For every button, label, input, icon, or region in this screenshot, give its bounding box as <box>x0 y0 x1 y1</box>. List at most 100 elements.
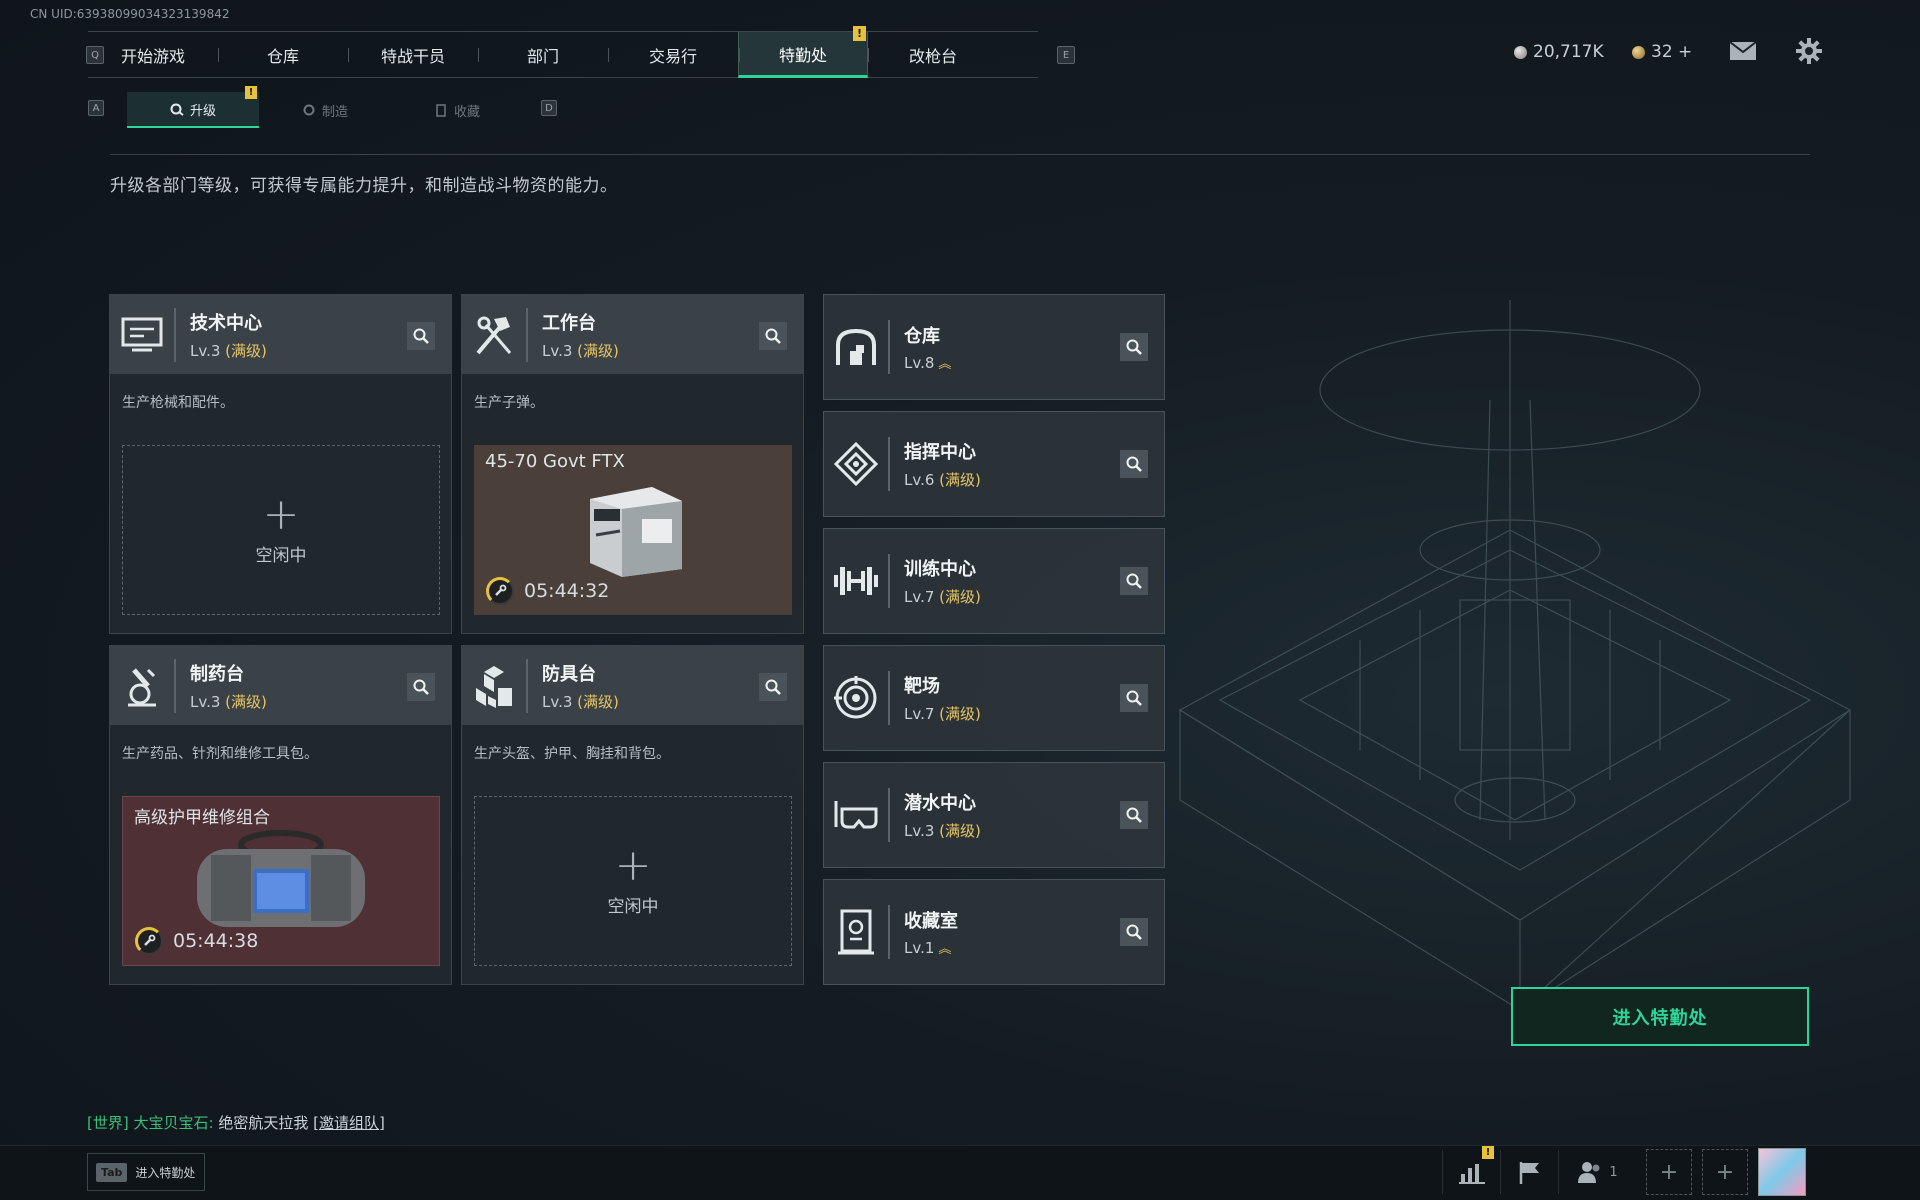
tab-shortcut-hint[interactable]: Tab 进入特勤处 <box>87 1153 205 1191</box>
max-level-tag: (满级) <box>939 705 981 723</box>
tab-operators[interactable]: 特战干员 <box>348 32 478 78</box>
dumbbell-icon <box>824 542 888 621</box>
upgrade-gear-icon <box>170 103 184 116</box>
avatar[interactable] <box>1758 1148 1806 1196</box>
workshop-card-armor-bench[interactable]: 防具台 Lv.3 (满级) 生产头盔、护甲、胸挂和背包。 + 空闲中 <box>461 645 804 985</box>
facility-name: 训练中心 <box>904 559 976 580</box>
workshop-description: 生产药品、针剂和维修工具包。 <box>122 746 318 762</box>
facility-card-diving-center[interactable]: 潜水中心 Lv.3 (满级) <box>823 762 1165 868</box>
subtab-collection[interactable]: 收藏 <box>391 92 523 128</box>
team-members[interactable]: 1 <box>1558 1150 1636 1194</box>
tab-start-game[interactable]: 开始游戏 <box>88 32 218 78</box>
subtab-upgrade-label: 升级 <box>189 103 216 119</box>
silver-currency[interactable]: 20,717K <box>1514 42 1604 62</box>
diving-mask-icon <box>824 776 888 855</box>
production-slot-empty[interactable]: + 空闲中 <box>474 796 792 966</box>
search-icon[interactable] <box>759 322 787 350</box>
tab-gunsmith[interactable]: 改枪台 <box>868 32 998 78</box>
tab-warehouse[interactable]: 仓库 <box>218 32 348 78</box>
settings-gear-icon[interactable] <box>1796 38 1822 64</box>
subtab-collection-label: 收藏 <box>453 104 480 120</box>
search-icon[interactable] <box>1120 333 1148 361</box>
tab-key: Tab <box>96 1162 128 1182</box>
mail-icon[interactable] <box>1729 41 1757 61</box>
workshop-card-tech-center[interactable]: 技术中心 Lv.3 (满级) 生产枪械和配件。 + 空闲中 <box>109 294 452 634</box>
max-level-tag: (满级) <box>577 341 619 360</box>
chat-channel: [世界] <box>87 1114 129 1132</box>
tab-market[interactable]: 交易行 <box>608 32 738 78</box>
subnav-next-key[interactable]: D <box>541 100 557 116</box>
workshop-card-workbench[interactable]: 工作台 Lv.3 (满级) 生产子弹。 45-70 Govt FTX 05:44… <box>461 294 804 634</box>
pharmacy-icon <box>110 646 174 725</box>
stats-chart-icon[interactable]: ! <box>1442 1146 1500 1194</box>
tab-shortcut-label: 进入特勤处 <box>135 1165 196 1180</box>
subtab-craft[interactable]: 制造 <box>259 92 391 128</box>
nav-next-key[interactable]: E <box>1057 46 1075 64</box>
subtab-upgrade[interactable]: 升级 ! <box>127 86 259 128</box>
invite-team-link[interactable]: [邀请组队] <box>313 1114 385 1132</box>
facility-level: Lv.8 <box>904 354 935 372</box>
workshop-level: Lv.3 <box>542 692 573 711</box>
max-level-tag: (满级) <box>577 692 619 711</box>
subnav-prev-key[interactable]: A <box>88 100 104 116</box>
invite-slot-button[interactable]: + <box>1702 1149 1748 1195</box>
facility-card-training-center[interactable]: 训练中心 Lv.7 (满级) <box>823 528 1165 634</box>
facility-card-shooting-range[interactable]: 靶场 Lv.7 (满级) <box>823 645 1165 751</box>
upgrade-arrow-icon: ︽ <box>938 942 952 957</box>
warehouse-icon <box>824 308 888 387</box>
craft-icon <box>303 104 315 116</box>
command-center-icon <box>824 425 888 504</box>
add-icon: + <box>614 839 652 891</box>
bottom-toolbar: ! 1 + + <box>1442 1146 1806 1196</box>
subtab-craft-label: 制造 <box>321 104 348 120</box>
tab-departments[interactable]: 部门 <box>478 32 608 78</box>
gold-coin-icon <box>1632 45 1645 59</box>
silver-coin-icon <box>1514 45 1527 59</box>
max-level-tag: (满级) <box>225 692 267 711</box>
slot-status: 空闲中 <box>607 896 659 917</box>
team-icon <box>1578 1162 1600 1183</box>
facility-card-command-center[interactable]: 指挥中心 Lv.6 (满级) <box>823 411 1165 517</box>
search-icon[interactable] <box>407 673 435 701</box>
flag-icon[interactable] <box>1500 1150 1558 1194</box>
search-icon[interactable] <box>1120 567 1148 595</box>
divider <box>888 554 890 608</box>
stats-alert-badge: ! <box>1482 1146 1494 1159</box>
target-icon <box>824 659 888 738</box>
tab-special-ops[interactable]: 特勤处! <box>738 26 868 78</box>
divider <box>174 658 176 713</box>
base-blueprint-illustration <box>1160 280 1860 1080</box>
invite-slot-button[interactable]: + <box>1646 1149 1692 1195</box>
workshop-level: Lv.3 <box>542 341 573 360</box>
facility-card-collection-room[interactable]: 收藏室 Lv.1 ︽ <box>823 879 1165 985</box>
search-icon[interactable] <box>1120 801 1148 829</box>
team-count: 1 <box>1609 1164 1618 1180</box>
slot-status: 空闲中 <box>255 545 307 566</box>
tab-special-ops-label: 特勤处 <box>778 45 827 65</box>
facility-name: 潜水中心 <box>904 793 976 814</box>
search-icon[interactable] <box>759 673 787 701</box>
production-slot-empty[interactable]: + 空闲中 <box>122 445 440 615</box>
divider <box>526 307 528 362</box>
search-icon[interactable] <box>1120 684 1148 712</box>
workbench-icon <box>462 295 526 374</box>
search-icon[interactable] <box>1120 450 1148 478</box>
gold-currency[interactable]: 32 + <box>1632 42 1692 62</box>
workshop-name: 工作台 <box>542 312 596 334</box>
search-icon[interactable] <box>407 322 435 350</box>
workshop-name: 防具台 <box>542 663 596 685</box>
facility-name: 指挥中心 <box>904 442 976 463</box>
silver-amount: 20,717K <box>1533 42 1604 62</box>
chat-username[interactable]: 大宝贝宝石: <box>134 1114 214 1132</box>
search-icon[interactable] <box>1120 918 1148 946</box>
facility-level: Lv.3 <box>904 822 935 840</box>
workshop-card-pharmacy[interactable]: 制药台 Lv.3 (满级) 生产药品、针剂和维修工具包。 高级护甲维修组合 05… <box>109 645 452 985</box>
facility-name: 仓库 <box>904 326 940 347</box>
page-description: 升级各部门等级，可获得专属能力提升，和制造战斗物资的能力。 <box>110 176 618 196</box>
collection-icon <box>436 104 446 117</box>
production-slot-active[interactable]: 45-70 Govt FTX 05:44:32 <box>474 445 792 615</box>
production-slot-active[interactable]: 高级护甲维修组合 05:44:38 <box>122 796 440 966</box>
wrench-timer-icon <box>486 577 514 605</box>
enter-special-ops-button[interactable]: 进入特勤处 <box>1511 987 1809 1046</box>
facility-card-warehouse[interactable]: 仓库 Lv.8 ︽ <box>823 294 1165 400</box>
